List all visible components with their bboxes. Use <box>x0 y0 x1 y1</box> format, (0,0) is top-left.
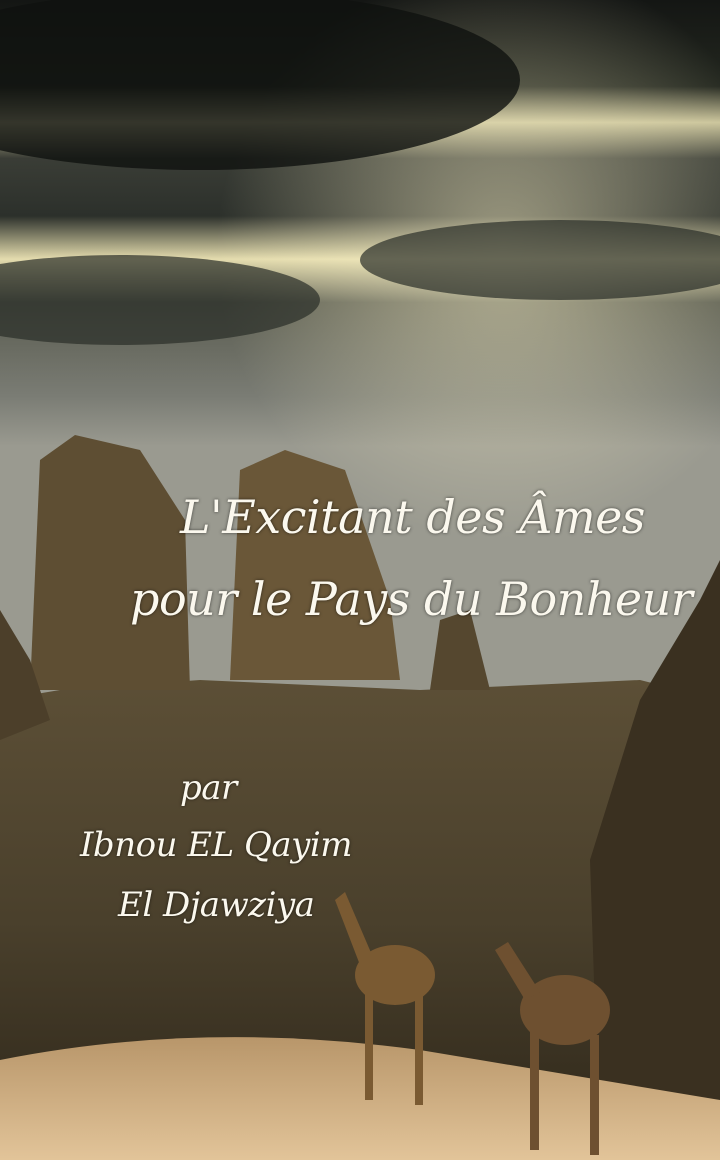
author-line-2: El Djawziya <box>118 885 315 925</box>
author-line-1: Ibnou EL Qayim <box>80 825 352 865</box>
title-line-1: L'Excitant des Âmes <box>180 490 645 544</box>
by-label: par <box>180 768 237 808</box>
title-line-2: pour le Pays du Bonheur <box>130 572 693 626</box>
